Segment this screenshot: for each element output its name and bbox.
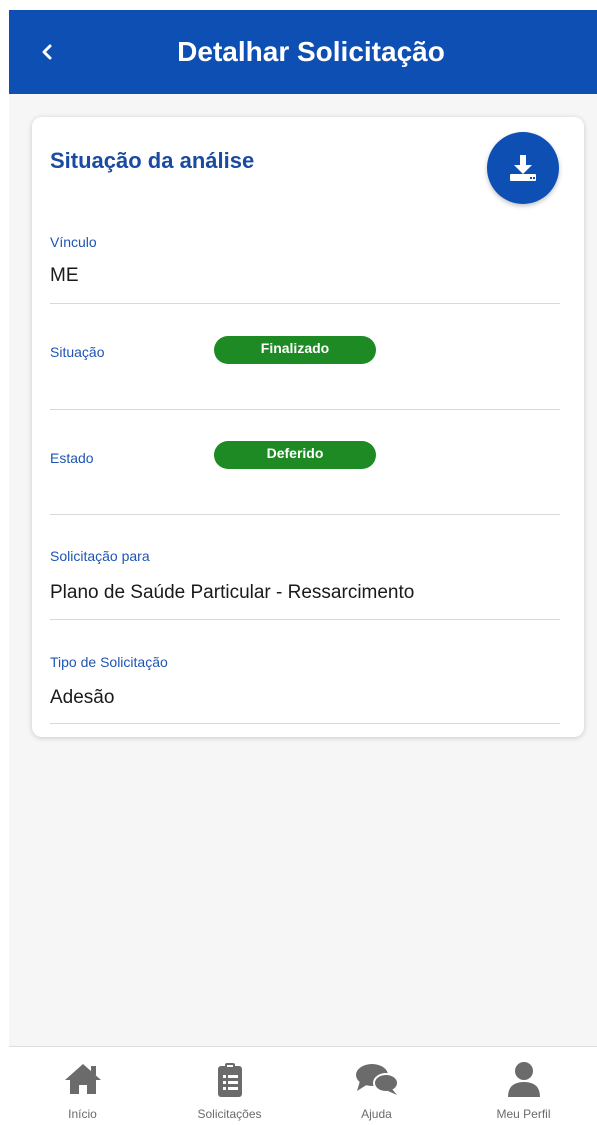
nav-item-solicitacoes[interactable]: Solicitações: [156, 1047, 303, 1125]
divider: [50, 723, 560, 724]
field-label-estado: Estado: [50, 450, 94, 466]
chat-icon: [354, 1061, 400, 1097]
nav-item-meu-perfil[interactable]: Meu Perfil: [450, 1047, 597, 1125]
status-badge-situacao: Finalizado: [214, 336, 376, 364]
nav-label: Meu Perfil: [496, 1107, 551, 1121]
field-label-vinculo: Vínculo: [50, 234, 97, 250]
field-value-tipo: Adesão: [50, 687, 115, 708]
nav-label: Ajuda: [361, 1107, 392, 1121]
divider: [50, 303, 560, 304]
nav-label: Solicitações: [197, 1107, 262, 1121]
download-icon: [510, 155, 536, 181]
card-title: Situação da análise: [50, 148, 255, 173]
main-content: Situação da análise Vínculo ME Situação …: [9, 94, 597, 1046]
download-button[interactable]: [487, 132, 559, 204]
field-label-situacao: Situação: [50, 344, 105, 360]
bottom-navigation: Início Solicitações Ajuda Meu Perfil: [9, 1046, 597, 1125]
field-value-vinculo: ME: [50, 265, 79, 286]
nav-item-inicio[interactable]: Início: [9, 1047, 156, 1125]
status-badge-estado: Deferido: [214, 441, 376, 469]
user-icon: [506, 1061, 542, 1099]
divider: [50, 514, 560, 515]
clipboard-icon: [214, 1061, 246, 1099]
analysis-card: Situação da análise Vínculo ME Situação …: [32, 117, 584, 737]
home-icon: [63, 1061, 103, 1097]
page-title: Detalhar Solicitação: [177, 36, 445, 67]
divider: [50, 619, 560, 620]
nav-label: Início: [68, 1107, 97, 1121]
field-label-tipo: Tipo de Solicitação: [50, 654, 168, 670]
app-header: Detalhar Solicitação: [9, 10, 597, 94]
field-value-solicitacao-para: Plano de Saúde Particular - Ressarciment…: [50, 582, 415, 603]
field-label-solicitacao-para: Solicitação para: [50, 548, 150, 564]
nav-item-ajuda[interactable]: Ajuda: [303, 1047, 450, 1125]
divider: [50, 409, 560, 410]
